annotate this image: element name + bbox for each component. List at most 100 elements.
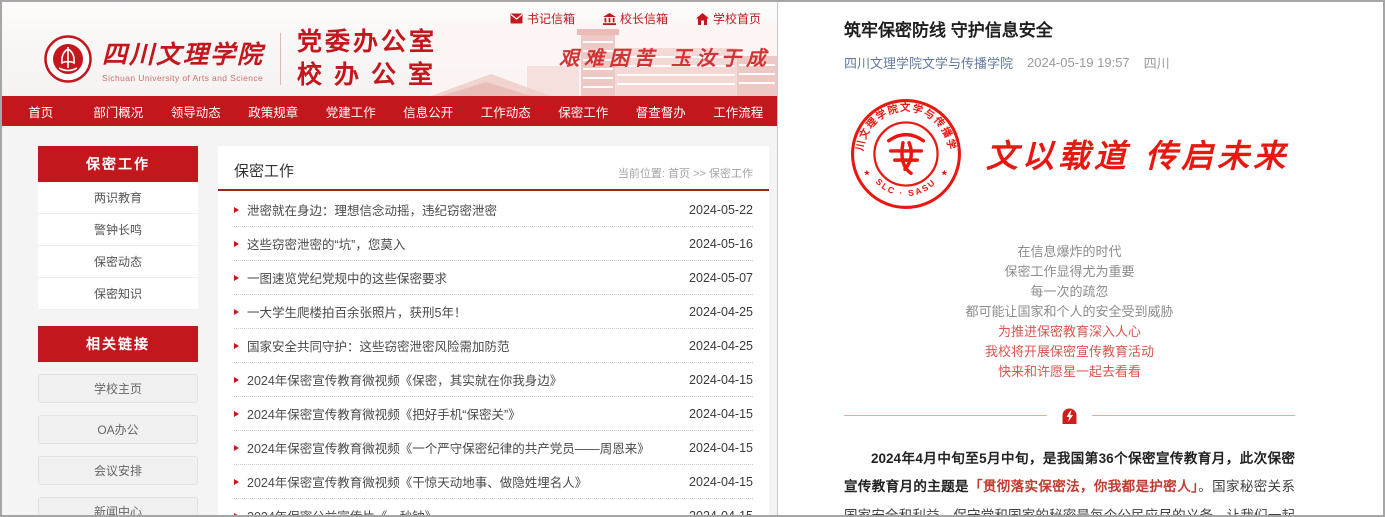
quick-link-school-home[interactable]: 学校主页 bbox=[38, 374, 198, 403]
alarm-bolt-icon bbox=[1061, 406, 1078, 425]
office-title: 党委办公室 校办公室 bbox=[297, 26, 445, 91]
intro-line-red: 为推进保密教育深入人心 bbox=[844, 322, 1295, 342]
article-row[interactable]: 2024年保密宣传教育微视频《把好手机“保密关”》 2024-04-15 bbox=[234, 397, 753, 431]
arrow-bullet-icon bbox=[234, 241, 239, 247]
main-navigation: 首页 部门概况 领导动态 政策规章 党建工作 信息公开 工作动态 保密工作 督查… bbox=[2, 96, 777, 126]
article-date: 2024-05-16 bbox=[689, 237, 753, 251]
article-row[interactable]: 泄密就在身边：理想信念动摇，违纪窃密泄密 2024-05-22 bbox=[234, 193, 753, 227]
nav-item-confidentiality-work[interactable]: 保密工作 bbox=[545, 96, 623, 126]
nav-item-policies[interactable]: 政策规章 bbox=[235, 96, 313, 126]
article-row[interactable]: 2024年保密公益宣传片《一秒钟》 2024-04-15 bbox=[234, 499, 753, 515]
divider-line bbox=[844, 415, 1047, 416]
list-title: 保密工作 bbox=[234, 160, 294, 181]
article-date: 2024-05-07 bbox=[689, 271, 753, 285]
sidebar-item-awareness-education[interactable]: 两识教育 bbox=[38, 182, 198, 214]
paragraph-bold-red: 「贯彻落实保密法，你我都是护密人」 bbox=[969, 479, 1198, 494]
sidebar-menu: 两识教育 警钟长鸣 保密动态 保密知识 bbox=[38, 182, 198, 310]
sidebar-item-confidentiality-news[interactable]: 保密动态 bbox=[38, 246, 198, 278]
header-quick-links: 书记信箱 校长信箱 学校首页 bbox=[510, 10, 761, 27]
article-title[interactable]: 泄密就在身边：理想信念动摇，违纪窃密泄密 bbox=[247, 200, 677, 219]
intro-line: 在信息爆炸的时代 bbox=[844, 242, 1295, 262]
article-row[interactable]: 2024年保密宣传教育微视频《保密，其实就在你我身边》 2024-04-15 bbox=[234, 363, 753, 397]
article-title[interactable]: 一大学生爬楼拍百余张照片，获刑5年！ bbox=[247, 302, 677, 321]
article-title[interactable]: 2024年保密宣传教育微视频《保密，其实就在你我身边》 bbox=[247, 370, 677, 389]
article-date: 2024-04-15 bbox=[689, 475, 753, 489]
article-title[interactable]: 2024年保密宣传教育微视频《把好手机“保密关”》 bbox=[247, 404, 677, 423]
byline-datetime: 2024-05-19 19:57 bbox=[1027, 55, 1130, 70]
college-branding: 四川文理学院文学与传播学院 SLC · SASU ★ ★ 文以载道 传启未来 bbox=[844, 98, 1295, 210]
nav-item-work-process[interactable]: 工作流程 bbox=[700, 96, 778, 126]
sidebar-gap bbox=[38, 310, 198, 326]
arrow-bullet-icon bbox=[234, 411, 239, 417]
arrow-bullet-icon bbox=[234, 479, 239, 485]
sidebar-section-confidentiality: 保密工作 bbox=[38, 146, 198, 182]
nav-item-party-building[interactable]: 党建工作 bbox=[312, 96, 390, 126]
article-list-section: 保密工作 当前位置: 首页 >> 保密工作 泄密就在身边：理想信念动摇，违纪窃密… bbox=[218, 146, 769, 515]
nav-item-leadership-news[interactable]: 领导动态 bbox=[157, 96, 235, 126]
article-title[interactable]: 2024年保密公益宣传片《一秒钟》 bbox=[247, 506, 677, 515]
sidebar-item-alarm-bell[interactable]: 警钟长鸣 bbox=[38, 214, 198, 246]
page-content: 保密工作 两识教育 警钟长鸣 保密动态 保密知识 相关链接 学校主页 OA办公 … bbox=[2, 126, 777, 515]
intro-line-red: 我校将开展保密宣传教育活动 bbox=[844, 342, 1295, 362]
article-title[interactable]: 这些窃密泄密的“坑”，您莫入 bbox=[247, 234, 677, 253]
nav-item-work-news[interactable]: 工作动态 bbox=[467, 96, 545, 126]
article-title[interactable]: 2024年保密宣传教育微视频《一个严守保密纪律的共产党员——周恩来》 bbox=[247, 438, 677, 457]
byline-location: 四川 bbox=[1144, 53, 1170, 72]
header-divider bbox=[280, 33, 281, 85]
home-icon bbox=[696, 13, 709, 25]
university-seal-icon bbox=[44, 35, 92, 83]
secretary-mailbox-link[interactable]: 书记信箱 bbox=[510, 10, 575, 27]
article-date: 2024-05-22 bbox=[689, 203, 753, 217]
article-title[interactable]: 2024年保密宣传教育微视频《干惊天动地事、做隐姓埋名人》 bbox=[247, 472, 677, 491]
nav-item-supervision[interactable]: 督查督办 bbox=[622, 96, 700, 126]
article-row[interactable]: 2024年保密宣传教育微视频《一个严守保密纪律的共产党员——周恩来》2024-0… bbox=[234, 431, 753, 465]
star-icon: ★ bbox=[941, 168, 948, 177]
article-intro: 在信息爆炸的时代 保密工作显得尤为重要 每一次的疏忽 都可能让国家和个人的安全受… bbox=[844, 242, 1295, 382]
article-list: 泄密就在身边：理想信念动摇，违纪窃密泄密 2024-05-22 这些窃密泄密的“坑… bbox=[218, 191, 769, 515]
office-website-panel: 书记信箱 校长信箱 学校首页 四川 bbox=[2, 2, 778, 515]
sidebar-section-related-links: 相关链接 bbox=[38, 326, 198, 362]
school-homepage-link[interactable]: 学校首页 bbox=[696, 10, 761, 27]
arrow-bullet-icon bbox=[234, 377, 239, 383]
article-date: 2024-04-15 bbox=[689, 407, 753, 421]
office-title-line1: 党委办公室 bbox=[297, 26, 445, 59]
nav-item-information-disclosure[interactable]: 信息公开 bbox=[390, 96, 468, 126]
sidebar-item-confidentiality-knowledge[interactable]: 保密知识 bbox=[38, 278, 198, 310]
article-date: 2024-04-15 bbox=[689, 509, 753, 516]
top-link-label: 校长信箱 bbox=[620, 10, 668, 27]
article-row[interactable]: 国家安全共同守护：这些窃密泄密风险需加防范 2024-04-25 bbox=[234, 329, 753, 363]
article-date: 2024-04-25 bbox=[689, 305, 753, 319]
list-header: 保密工作 当前位置: 首页 >> 保密工作 bbox=[218, 146, 769, 191]
quick-link-news-center[interactable]: 新闻中心 bbox=[38, 497, 198, 515]
nav-item-home[interactable]: 首页 bbox=[2, 96, 80, 126]
arrow-bullet-icon bbox=[234, 309, 239, 315]
article-title[interactable]: 国家安全共同守护：这些窃密泄密风险需加防范 bbox=[247, 336, 677, 355]
arrow-bullet-icon bbox=[234, 207, 239, 213]
university-name-zh: 四川文理学院 bbox=[102, 35, 264, 71]
quick-link-meeting-schedule[interactable]: 会议安排 bbox=[38, 456, 198, 485]
top-link-label: 书记信箱 bbox=[527, 10, 575, 27]
article-row[interactable]: 这些窃密泄密的“坑”，您莫入 2024-05-16 bbox=[234, 227, 753, 261]
byline-author-link[interactable]: 四川文理学院文学与传播学院 bbox=[844, 53, 1013, 72]
university-name-en: Sichuan University of Arts and Science bbox=[102, 73, 264, 83]
arrow-bullet-icon bbox=[234, 445, 239, 451]
article-page-title: 筑牢保密防线 守护信息安全 bbox=[844, 16, 1295, 41]
article-row[interactable]: 2024年保密宣传教育微视频《干惊天动地事、做隐姓埋名人》 2024-04-15 bbox=[234, 465, 753, 499]
college-seal-icon: 四川文理学院文学与传播学院 SLC · SASU ★ ★ bbox=[850, 98, 962, 210]
article-byline: 四川文理学院文学与传播学院 2024-05-19 19:57 四川 bbox=[844, 53, 1295, 72]
banner-calligraphy: 艰难困苦 玉汝于成 bbox=[559, 42, 771, 71]
arrow-bullet-icon bbox=[234, 343, 239, 349]
president-mailbox-link[interactable]: 校长信箱 bbox=[603, 10, 668, 27]
office-title-line2: 校办公室 bbox=[297, 59, 445, 92]
article-title[interactable]: 一图速览党纪党规中的这些保密要求 bbox=[247, 268, 677, 287]
article-row[interactable]: 一图速览党纪党规中的这些保密要求 2024-05-07 bbox=[234, 261, 753, 295]
envelope-icon bbox=[510, 13, 523, 24]
breadcrumb[interactable]: 当前位置: 首页 >> 保密工作 bbox=[618, 165, 753, 181]
section-divider bbox=[844, 406, 1295, 425]
nav-item-department-overview[interactable]: 部门概况 bbox=[80, 96, 158, 126]
article-date: 2024-04-15 bbox=[689, 373, 753, 387]
sidebar: 保密工作 两识教育 警钟长鸣 保密动态 保密知识 相关链接 学校主页 OA办公 … bbox=[38, 146, 198, 515]
quick-link-oa-office[interactable]: OA办公 bbox=[38, 415, 198, 444]
article-date: 2024-04-25 bbox=[689, 339, 753, 353]
article-row[interactable]: 一大学生爬楼拍百余张照片，获刑5年！ 2024-04-25 bbox=[234, 295, 753, 329]
